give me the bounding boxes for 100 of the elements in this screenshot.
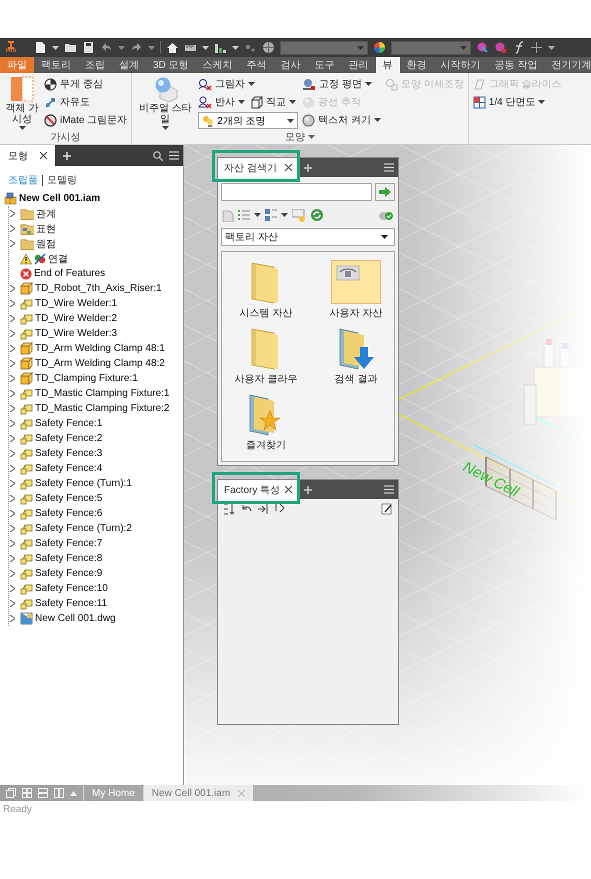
tree-item[interactable]: New Cell 001.dwg bbox=[10, 611, 183, 626]
ribbon-tab[interactable]: 팩토리 bbox=[34, 57, 78, 73]
tree-item[interactable]: Safety Fence:3 bbox=[10, 446, 183, 461]
ribbon-button[interactable]: 반사 bbox=[198, 94, 246, 110]
ribbon-button[interactable]: iMate 그림문자 bbox=[44, 112, 128, 128]
ribbon-tab[interactable]: 검사 bbox=[274, 57, 308, 73]
document-tab-label: New Cell 001.iam bbox=[152, 788, 230, 798]
ribbon-tab[interactable]: 공동 작업 bbox=[488, 57, 544, 73]
asset-folder[interactable]: 시스템 자산 bbox=[226, 260, 306, 320]
tree-item[interactable]: TD_Arm Welding Clamp 48:2 bbox=[10, 356, 183, 371]
caret-icon bbox=[238, 100, 246, 104]
ribbon-button[interactable]: 텍스처 켜기 bbox=[302, 112, 382, 128]
ribbon-tab[interactable]: 시작하기 bbox=[434, 57, 488, 73]
tree-item[interactable]: Safety Fence:8 bbox=[10, 551, 183, 566]
ribbon-tab[interactable]: 3D 모형 bbox=[146, 57, 196, 73]
tree-item[interactable]: Safety Fence (Turn):1 bbox=[10, 476, 183, 491]
tree-item[interactable]: Safety Fence:11 bbox=[10, 596, 183, 611]
ribbon-button[interactable]: 객체 가시성 bbox=[4, 76, 40, 130]
caret-icon bbox=[381, 235, 388, 239]
material-field[interactable] bbox=[280, 40, 368, 54]
tree-item[interactable]: TD_Wire Welder:1 bbox=[10, 296, 183, 311]
caret-icon bbox=[248, 82, 256, 86]
folder-icon bbox=[20, 222, 34, 234]
tree-item[interactable]: End of Features bbox=[10, 266, 183, 281]
cube-icon bbox=[20, 342, 33, 355]
add-tab-icon bbox=[304, 164, 312, 172]
sort-icon bbox=[223, 503, 235, 515]
lighting-value: 2개의 조명 bbox=[217, 114, 266, 128]
ribbon-button[interactable]: 고정 평면 bbox=[302, 76, 372, 92]
ribbon-button[interactable]: 그림자 bbox=[198, 76, 256, 92]
document-tab[interactable]: New Cell 001.iam bbox=[142, 785, 254, 801]
tree-item[interactable]: 관계 bbox=[10, 206, 183, 221]
tree-item[interactable]: Safety Fence:4 bbox=[10, 461, 183, 476]
tree-item[interactable]: Safety Fence:10 bbox=[10, 581, 183, 596]
ribbon-tab[interactable]: 스케치 bbox=[196, 57, 240, 73]
lighting-dropdown[interactable]: 2개의 조명 bbox=[198, 112, 298, 129]
tree-item[interactable]: TD_Wire Welder:3 bbox=[10, 326, 183, 341]
custom-thumbnail-icon bbox=[336, 265, 360, 281]
asset-folder-label: 사용자 클라우 bbox=[234, 373, 298, 386]
tree-item[interactable]: 연결 bbox=[10, 251, 183, 266]
asset-folder[interactable]: 즐겨찾기 bbox=[226, 392, 306, 452]
tree-item[interactable]: 표현 bbox=[10, 221, 183, 236]
tree-item[interactable]: TD_Robot_7th_Axis_Riser:1 bbox=[10, 281, 183, 296]
group-title: 가시성 bbox=[50, 131, 81, 144]
ribbon-tab[interactable]: 관리 bbox=[342, 57, 376, 73]
close-icon bbox=[285, 486, 292, 493]
document-tab-label: My Home bbox=[92, 788, 135, 798]
tree-item[interactable]: TD_Mastic Clamping Fixture:1 bbox=[10, 386, 183, 401]
ribbon-tab[interactable]: 환경 bbox=[400, 57, 434, 73]
linked-cube-icon bbox=[20, 507, 33, 520]
caret-icon bbox=[52, 46, 59, 50]
ribbon-button[interactable]: 직교 bbox=[250, 94, 296, 110]
tree-item[interactable]: TD_Mastic Clamping Fixture:2 bbox=[10, 401, 183, 416]
asset-folder[interactable]: 사용자 자산 bbox=[316, 260, 394, 320]
caret-icon bbox=[548, 46, 555, 50]
appearance-field[interactable] bbox=[391, 40, 471, 54]
mode-link[interactable]: 조립품 bbox=[8, 173, 38, 187]
caret-icon bbox=[357, 46, 364, 50]
ribbon-button[interactable]: 무게 중심 bbox=[44, 76, 103, 92]
mode-link[interactable]: 모델링 bbox=[47, 173, 77, 187]
tree-item[interactable]: Safety Fence:2 bbox=[10, 431, 183, 446]
save-icon bbox=[82, 41, 95, 54]
asset-folder[interactable]: 사용자 클라우 bbox=[226, 326, 306, 386]
ribbon-tab[interactable]: 전기기계 bbox=[544, 57, 591, 73]
caret-icon bbox=[232, 46, 239, 50]
linked-cube-icon bbox=[20, 477, 33, 490]
panel-tab[interactable]: 모형 bbox=[0, 145, 55, 166]
tree-item[interactable]: Safety Fence:6 bbox=[10, 506, 183, 521]
tree-item[interactable]: New Cell 001.iam bbox=[4, 191, 183, 206]
caret-icon bbox=[374, 118, 382, 122]
ribbon-tab[interactable]: 조립 bbox=[78, 57, 112, 73]
cube-icon bbox=[20, 372, 33, 385]
panel-tab[interactable]: Factory 특성 bbox=[218, 480, 298, 499]
ribbon-tab[interactable]: 뷰 bbox=[376, 57, 400, 73]
tree-item[interactable]: Safety Fence:5 bbox=[10, 491, 183, 506]
tree-item[interactable]: TD_Clamping Fixture:1 bbox=[10, 371, 183, 386]
ribbon-tab[interactable]: 도구 bbox=[308, 57, 342, 73]
ribbon-tab[interactable]: 설계 bbox=[112, 57, 146, 73]
tile-view-icon bbox=[265, 209, 277, 221]
menu-icon bbox=[169, 151, 179, 160]
tree-item[interactable]: TD_Arm Welding Clamp 48:1 bbox=[10, 341, 183, 356]
tree-item[interactable]: Safety Fence:7 bbox=[10, 536, 183, 551]
cube-icon bbox=[20, 357, 33, 370]
tree-item[interactable]: 원점 bbox=[10, 236, 183, 251]
ribbon-tab[interactable]: 주석 bbox=[240, 57, 274, 73]
ribbon-button[interactable]: 1/4 단면도 bbox=[472, 94, 546, 110]
tree-item[interactable]: Safety Fence (Turn):2 bbox=[10, 521, 183, 536]
ribbon-button[interactable]: 비주얼 스타일 bbox=[136, 76, 194, 130]
group-title: 모양 bbox=[285, 131, 306, 144]
folder-icon bbox=[20, 208, 34, 220]
tree-item[interactable]: Safety Fence:1 bbox=[10, 416, 183, 431]
tree-item[interactable]: TD_Wire Welder:2 bbox=[10, 311, 183, 326]
search-field[interactable] bbox=[221, 183, 372, 201]
panel-tab[interactable]: 자산 검색기 bbox=[218, 158, 298, 177]
library-dropdown[interactable]: 팩토리 자산 bbox=[221, 228, 395, 246]
ribbon-button[interactable]: 자유도 bbox=[44, 94, 90, 110]
clear-appearance-icon bbox=[494, 41, 507, 54]
asset-folder[interactable]: 검색 결과 bbox=[316, 326, 394, 386]
tree-item[interactable]: Safety Fence:9 bbox=[10, 566, 183, 581]
go-button[interactable] bbox=[375, 183, 395, 201]
